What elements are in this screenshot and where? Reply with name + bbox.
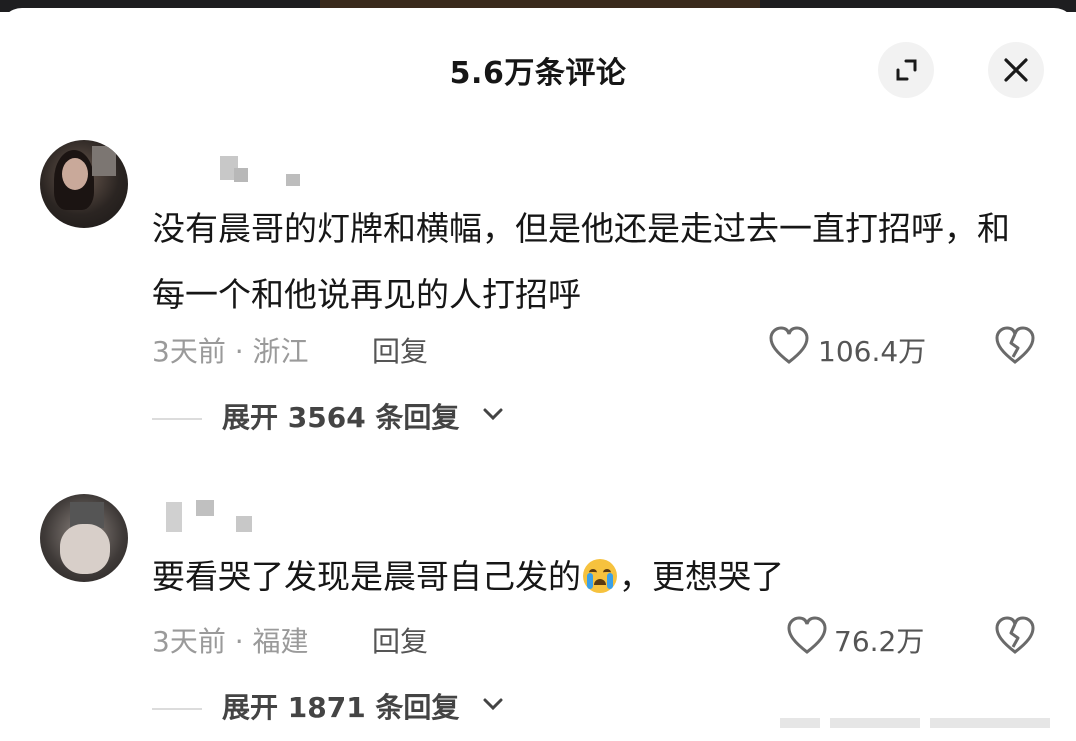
comment-meta: 3天前 · 福建: [152, 625, 309, 658]
comment-text: 要看哭了发现是晨哥自己发的 ，更想哭了: [152, 544, 1022, 610]
divider-line: [152, 708, 202, 710]
expand-button[interactable]: [878, 42, 934, 98]
watermark: [780, 712, 1070, 734]
expand-replies-button[interactable]: 展开 1871 条回复: [152, 686, 552, 726]
expand-icon: [896, 59, 917, 81]
loudly-crying-face-icon: [583, 559, 617, 593]
chevron-down-icon: [483, 698, 503, 711]
broken-heart-icon[interactable]: [994, 616, 1036, 656]
close-icon: [1004, 58, 1028, 82]
expand-replies-button[interactable]: 展开 3564 条回复: [152, 396, 552, 436]
heart-icon[interactable]: [786, 616, 828, 656]
avatar[interactable]: [40, 494, 128, 582]
reply-button[interactable]: 回复: [372, 330, 428, 370]
broken-heart-icon[interactable]: [994, 326, 1036, 366]
like-count: 76.2万: [834, 625, 925, 658]
comments-sheet: 5.6万条评论 没有晨哥的灯牌和横幅，但是他还是走过去一直打招呼，和每一个和他说…: [0, 8, 1076, 741]
divider-line: [152, 418, 202, 420]
comment-text: 没有晨哥的灯牌和横幅，但是他还是走过去一直打招呼，和每一个和他说再见的人打招呼: [152, 209, 1010, 314]
close-button[interactable]: [988, 42, 1044, 98]
expand-replies-label: 展开 3564 条回复: [222, 401, 460, 434]
comment-text-part: ，更想哭了: [619, 557, 784, 596]
like-count: 106.4万: [818, 335, 927, 368]
heart-icon[interactable]: [768, 326, 810, 366]
reply-button[interactable]: 回复: [372, 620, 428, 660]
avatar[interactable]: [40, 140, 128, 228]
comment-meta: 3天前 · 浙江: [152, 335, 309, 368]
expand-replies-label: 展开 1871 条回复: [222, 691, 460, 724]
chevron-down-icon: [483, 408, 503, 421]
comment-text-part: 要看哭了发现是晨哥自己发的: [152, 557, 581, 596]
